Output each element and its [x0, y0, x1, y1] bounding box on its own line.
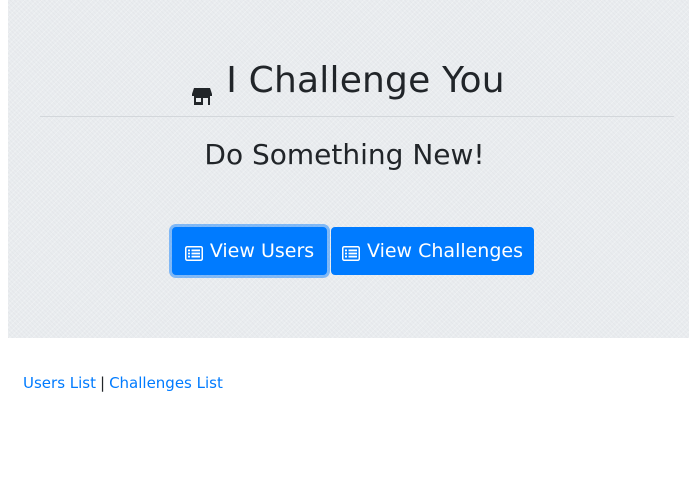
footer-links: Users List | Challenges List — [23, 374, 223, 394]
view-users-button[interactable]: View Users — [172, 227, 327, 275]
divider — [40, 116, 674, 117]
page-title: I Challenge You — [8, 52, 689, 108]
title-text: I Challenge You — [226, 59, 505, 101]
page-subtitle: Do Something New! — [204, 137, 485, 171]
store-icon — [192, 73, 213, 105]
challenges-list-link[interactable]: Challenges List — [109, 374, 223, 392]
link-separator: | — [100, 374, 106, 392]
view-users-label: View Users — [209, 240, 315, 262]
users-list-link[interactable]: Users List — [23, 374, 96, 392]
view-challenges-button[interactable]: View Challenges — [331, 227, 534, 275]
view-challenges-label: View Challenges — [366, 240, 524, 262]
list-alt-icon — [184, 244, 203, 261]
list-alt-icon — [341, 244, 360, 261]
